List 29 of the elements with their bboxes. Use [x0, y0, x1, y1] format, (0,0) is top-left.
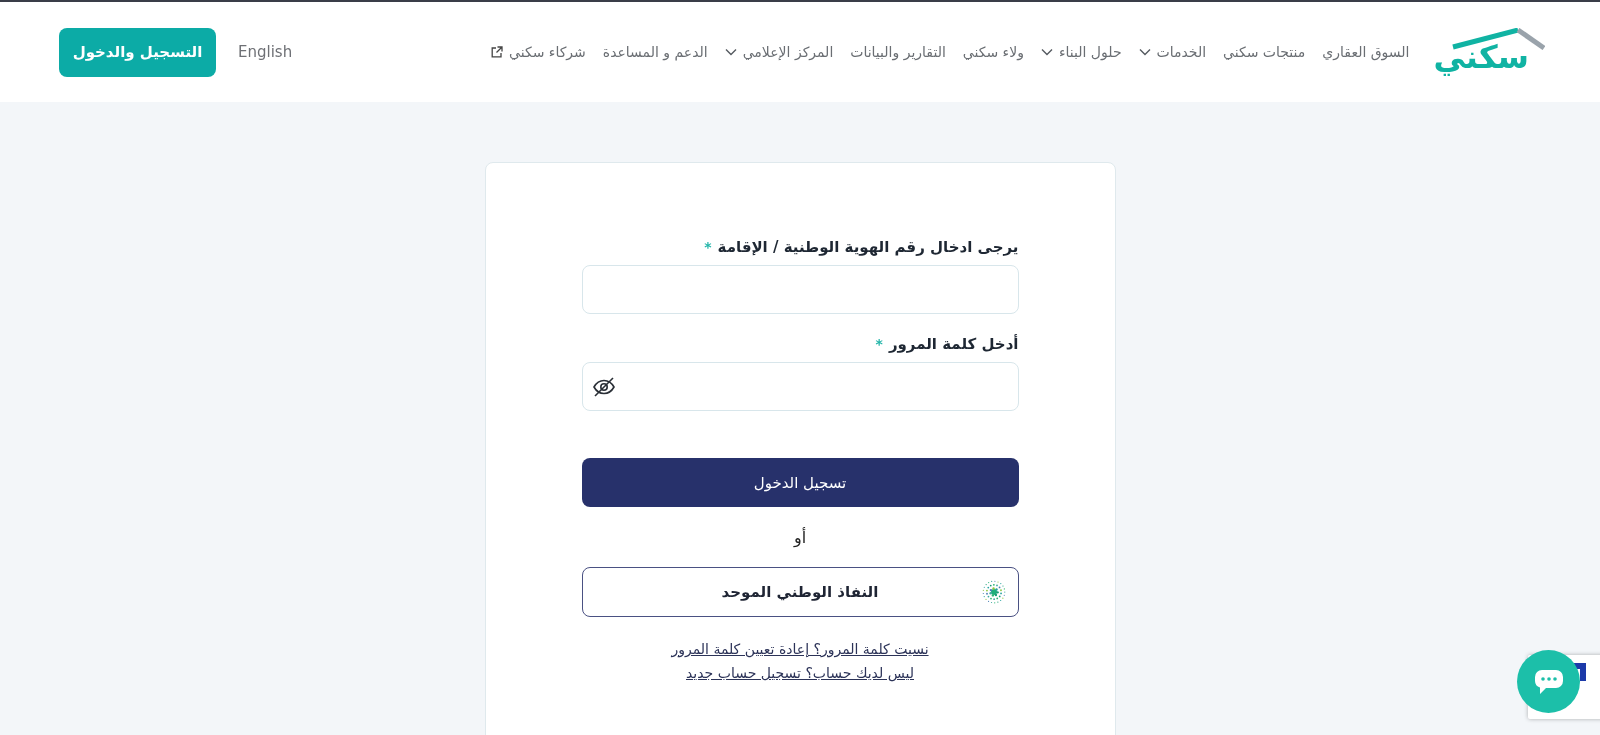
required-mark: *: [875, 336, 883, 352]
nav-link[interactable]: التقارير والبيانات: [850, 44, 946, 60]
nav-link[interactable]: السوق العقاري: [1322, 44, 1410, 60]
chevron-down-icon: [724, 46, 737, 58]
speech-bubble-icon: [1533, 667, 1564, 696]
password-field[interactable]: [581, 362, 1019, 411]
field-label: يرجى ادخال رقم الهوية الوطنية / الإقامة: [717, 238, 1019, 256]
register-login-button[interactable]: التسجيل والدخول: [59, 27, 216, 77]
nav-menu-button[interactable]: المركز الإعلامي: [724, 44, 834, 60]
reset-password-link[interactable]: نسيت كلمة المرور؟ إعادة تعيين كلمة المرور: [671, 637, 929, 661]
nav-link[interactable]: شركاء سكني: [491, 44, 586, 60]
external-link-icon: [491, 46, 504, 58]
register-link[interactable]: ليس لديك حساب؟ تسجيل حساب جديد: [686, 661, 914, 685]
nav-menu-button[interactable]: الخدمات: [1138, 44, 1207, 60]
chevron-down-icon: [1040, 46, 1053, 58]
dot-cluster-icon: [980, 579, 1007, 605]
id-number-field[interactable]: [581, 265, 1019, 314]
national-sso-button[interactable]: النفاذ الوطني الموحد: [581, 567, 1019, 617]
nav-link[interactable]: الدعم و المساعدة: [602, 44, 708, 60]
nav-link[interactable]: منتجات سكني: [1223, 44, 1306, 60]
chevron-down-icon: [1138, 46, 1151, 58]
login-button[interactable]: تسجيل الدخول: [581, 458, 1019, 507]
eye-slash-icon[interactable]: [591, 374, 616, 399]
field-label: أدخل كلمة المرور: [888, 335, 1019, 353]
nav-menu-button[interactable]: حلول البناء: [1040, 44, 1122, 60]
language-link[interactable]: English: [238, 43, 293, 61]
or-separator: أو: [793, 528, 807, 548]
nav-link[interactable]: ولاء سكني: [962, 44, 1024, 60]
required-mark: *: [704, 239, 712, 255]
